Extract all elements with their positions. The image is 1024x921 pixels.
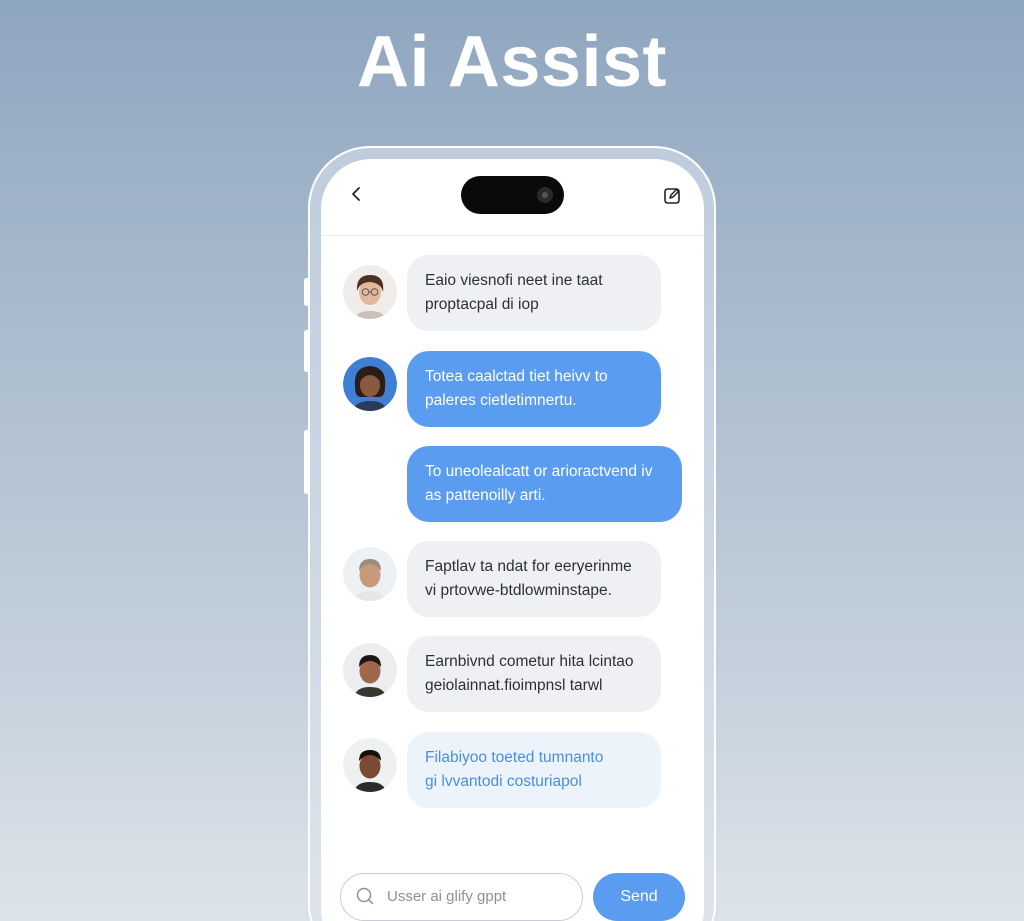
message-text: vi prtovwe-btdlowminstape.: [425, 582, 612, 599]
message-text: geiolainnat.fioimpnsl tarwl: [425, 677, 603, 694]
message-input[interactable]: Usser ai glify gppt: [340, 873, 583, 921]
compose-icon[interactable]: [662, 186, 682, 206]
message-bubble: Faptlav ta ndat for eeryerinme vi prtovw…: [407, 541, 661, 617]
chat-screen: Eaio viesnofi neet ine taat proptacpal d…: [321, 159, 704, 921]
message-text: gi lvvantodi costuriapol: [425, 773, 582, 790]
message-text: To uneolealcatt or arioractvend iv: [425, 463, 653, 480]
avatar: [343, 547, 397, 601]
avatar: [343, 265, 397, 319]
search-icon: [356, 887, 374, 905]
message-text: Totea caalctad tiet heivv to: [425, 368, 608, 385]
dynamic-island: [461, 176, 564, 214]
message-bubble: Earnbivnd cometur hita lcintao geiolainn…: [407, 636, 661, 712]
chevron-left-icon[interactable]: [349, 185, 365, 203]
message-text: proptacpal di iop: [425, 296, 539, 313]
message-input-text: Usser ai glify gppt: [387, 888, 507, 905]
send-button[interactable]: Send: [593, 873, 685, 921]
message-text: as pattenoilly arti.: [425, 487, 546, 504]
message-bubble: Eaio viesnofi neet ine taat proptacpal d…: [407, 255, 661, 331]
message-text: paleres cietletimnertu.: [425, 392, 577, 409]
camera-icon: [537, 187, 553, 203]
message-text: Filabiyoo toeted tumnanto: [425, 749, 604, 766]
message-bubble: Filabiyoo toeted tumnanto gi lvvantodi c…: [407, 732, 661, 808]
message-text: Faptlav ta ndat for eeryerinme: [425, 558, 632, 575]
avatar: [343, 357, 397, 411]
phone-action-button: [304, 278, 309, 306]
message-text: Eaio viesnofi neet ine taat: [425, 272, 603, 289]
avatar: [343, 643, 397, 697]
phone-volume-down-button: [304, 430, 309, 494]
message-text: Earnbivnd cometur hita lcintao: [425, 653, 634, 670]
chat-header: [321, 159, 704, 236]
phone-volume-up-button: [304, 330, 309, 372]
avatar: [343, 738, 397, 792]
message-bubble: Totea caalctad tiet heivv to paleres cie…: [407, 351, 661, 427]
message-bubble: To uneolealcatt or arioractvend iv as pa…: [407, 446, 682, 522]
page-title: Ai Assist: [357, 22, 667, 102]
